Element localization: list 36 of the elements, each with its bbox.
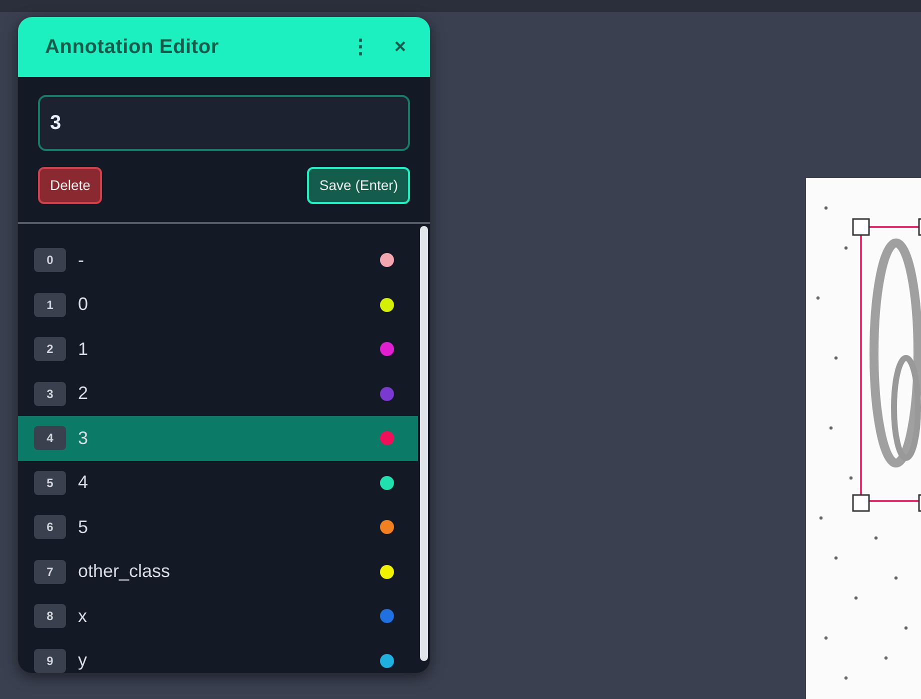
panel-title: Annotation Editor [45, 35, 220, 60]
class-label: 2 [78, 382, 90, 406]
index-badge: 9 [34, 648, 66, 673]
class-list-item[interactable]: 1 0 [18, 282, 418, 327]
index-badge: 7 [34, 560, 66, 584]
class-label: y [78, 649, 88, 672]
class-label: 1 [78, 338, 90, 361]
index-badge: 2 [34, 337, 66, 362]
class-label: 0 [78, 293, 90, 316]
class-list-item[interactable]: 3 2 [18, 372, 418, 416]
class-list-item[interactable]: 9 y [18, 638, 418, 673]
scrollbar[interactable] [420, 226, 428, 661]
class-list-item[interactable]: 6 5 [18, 505, 418, 550]
class-label: 4 [78, 471, 90, 494]
label-input-field[interactable]: 3 [38, 95, 410, 151]
index-badge: 1 [34, 292, 66, 317]
index-badge: 0 [34, 248, 66, 272]
class-label: - [78, 248, 85, 272]
class-list-item[interactable]: 4 3 [18, 416, 418, 460]
save-button[interactable]: Save (Enter) [307, 167, 410, 204]
index-badge: 3 [34, 382, 66, 406]
class-list-item[interactable]: 2 1 [18, 327, 418, 372]
class-label: other_class [78, 560, 172, 584]
index-badge: 5 [34, 470, 66, 495]
class-list-item[interactable]: 7 other_class [18, 550, 418, 594]
class-label: 5 [78, 516, 90, 539]
class-list-item[interactable]: 8 x [18, 594, 418, 638]
index-badge: 8 [34, 604, 66, 628]
class-list-item[interactable]: 5 4 [18, 460, 418, 505]
index-badge: 4 [34, 426, 66, 450]
index-badge: 6 [34, 515, 66, 540]
class-label: 3 [78, 426, 90, 450]
class-list-item[interactable]: 0 - [18, 238, 418, 282]
delete-button[interactable]: Delete [38, 167, 102, 204]
class-label: x [78, 604, 88, 628]
bounding-box[interactable] [852, 218, 921, 512]
